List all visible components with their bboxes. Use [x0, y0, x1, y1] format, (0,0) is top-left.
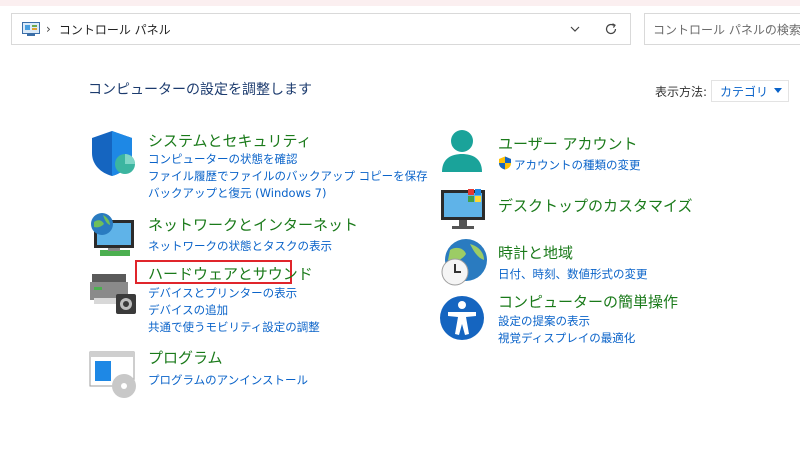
shield-icon — [92, 131, 135, 176]
breadcrumb-separator: › — [46, 22, 51, 36]
top-strip — [0, 0, 800, 6]
control-panel-icon — [22, 22, 40, 36]
view-by-value: カテゴリ — [720, 84, 769, 99]
caret-down-icon — [774, 88, 783, 93]
link-date-time-format[interactable]: 日付、時刻、数値形式の変更 — [498, 266, 648, 282]
category-title-programs[interactable]: プログラム — [148, 347, 223, 368]
search-input[interactable]: コントロール パネルの検索 — [644, 13, 800, 45]
user-icon — [442, 130, 482, 172]
search-placeholder: コントロール パネルの検索 — [653, 22, 800, 37]
link-mobility-settings[interactable]: 共通で使うモビリティ設定の調整 — [148, 319, 320, 335]
accessibility-icon — [440, 296, 484, 340]
link-network-status[interactable]: ネットワークの状態とタスクの表示 — [148, 238, 332, 254]
link-check-computer-status[interactable]: コンピューターの状態を確認 — [148, 151, 298, 167]
category-title-ease-of-access[interactable]: コンピューターの簡単操作 — [498, 291, 678, 312]
chevron-down-icon[interactable] — [568, 22, 582, 36]
address-bar[interactable]: › コントロール パネル — [11, 13, 631, 45]
uac-shield-icon — [499, 156, 511, 170]
category-title-appearance[interactable]: デスクトップのカスタマイズ — [498, 195, 693, 216]
desktop-monitor-icon — [441, 189, 485, 229]
link-backup-restore[interactable]: バックアップと復元 (Windows 7) — [148, 185, 326, 201]
link-devices-printers[interactable]: デバイスとプリンターの表示 — [148, 285, 297, 301]
programs-disc-icon — [89, 351, 136, 398]
link-suggested-settings[interactable]: 設定の提案の表示 — [498, 313, 590, 329]
network-globe-icon — [91, 213, 134, 256]
clock-globe-icon — [441, 239, 487, 286]
view-by-label: 表示方法: — [655, 84, 708, 99]
link-add-device[interactable]: デバイスの追加 — [148, 302, 228, 318]
link-optimize-display[interactable]: 視覚ディスプレイの最適化 — [498, 330, 635, 346]
refresh-icon[interactable] — [604, 22, 618, 36]
link-file-history-backup[interactable]: ファイル履歴でファイルのバックアップ コピーを保存 — [148, 168, 428, 184]
category-title-system-security[interactable]: システムとセキュリティ — [148, 130, 312, 151]
link-change-account-type[interactable]: アカウントの種類の変更 — [514, 157, 641, 173]
breadcrumb-control-panel[interactable]: コントロール パネル — [59, 21, 171, 38]
category-title-hardware-sound[interactable]: ハードウェアとサウンド — [148, 263, 313, 284]
category-title-clock-region[interactable]: 時計と地域 — [498, 242, 573, 263]
link-uninstall-program[interactable]: プログラムのアンインストール — [148, 372, 308, 388]
view-by-dropdown[interactable]: カテゴリ — [711, 80, 790, 102]
category-title-user-accounts[interactable]: ユーザー アカウント — [498, 133, 637, 154]
printer-icon — [90, 274, 136, 314]
category-title-network-internet[interactable]: ネットワークとインターネット — [148, 214, 358, 235]
page-title: コンピューターの設定を調整します — [88, 82, 312, 98]
view-by: 表示方法: カテゴリ — [655, 80, 790, 102]
